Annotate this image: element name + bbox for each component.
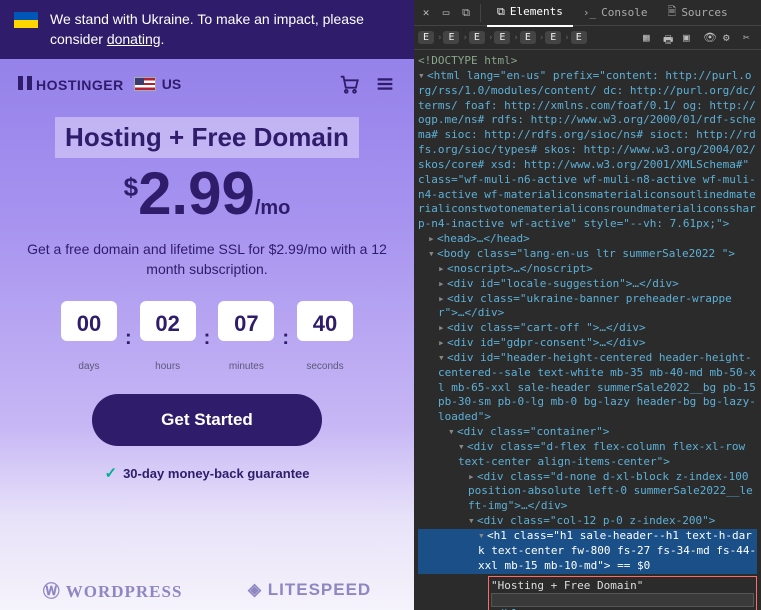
dom-tree[interactable]: <!DOCTYPE html> ▾<html lang="en-us" pref… bbox=[414, 50, 761, 610]
hostinger-icon bbox=[18, 76, 32, 90]
breadcrumb-item[interactable]: E bbox=[571, 31, 587, 44]
dom-line[interactable]: ▸<head>…</head> bbox=[418, 232, 757, 247]
guarantee-text: ✓ 30-day money-back guarantee bbox=[22, 464, 392, 482]
breadcrumb-item[interactable]: E bbox=[469, 31, 485, 44]
dom-selected-h1[interactable]: ▾<h1 class="h1 sale-header--h1 text-h-da… bbox=[418, 529, 757, 574]
wordpress-logo: Ⓦ WORDPRESS bbox=[43, 577, 183, 602]
brand-logo[interactable]: HOSTINGER bbox=[18, 76, 124, 93]
dom-line[interactable]: <!DOCTYPE html> bbox=[418, 54, 757, 69]
dom-line[interactable]: ▸<div class="cart-off ">…</div> bbox=[418, 321, 757, 336]
settings-icon[interactable]: ⚙ bbox=[723, 31, 737, 45]
dom-line[interactable]: ▾<div id="header-height-centered header-… bbox=[418, 351, 757, 425]
partner-logos: Ⓦ WORDPRESS ◈ LITESPEED bbox=[0, 563, 414, 610]
inspect-icon[interactable]: ▭ bbox=[438, 5, 454, 21]
tab-elements[interactable]: ⧉Elements bbox=[487, 0, 573, 27]
region-label[interactable]: US bbox=[162, 76, 181, 92]
menu-icon[interactable] bbox=[374, 73, 396, 95]
hero-subtitle: Get a free domain and lifetime SSL for $… bbox=[22, 240, 392, 279]
layout-icon[interactable]: ▦ bbox=[643, 31, 657, 45]
breadcrumb-item[interactable]: E bbox=[545, 31, 561, 44]
breadcrumb-item[interactable]: E bbox=[418, 31, 434, 44]
dom-line[interactable]: ▸<div class="d-none d-xl-block z-index-1… bbox=[418, 470, 757, 515]
breadcrumb-item[interactable]: E bbox=[443, 31, 459, 44]
dom-line[interactable]: ▸<noscript>…</noscript> bbox=[418, 262, 757, 277]
dom-highlight-box: "Hosting + Free Domain" </h1> bbox=[488, 576, 757, 610]
countdown-timer: 00 days : 02 hours : 07 minutes : 40 sec… bbox=[22, 301, 392, 372]
dom-edit-input[interactable] bbox=[491, 593, 754, 607]
price-display: $ 2.99 /mo bbox=[22, 164, 392, 224]
paint-icon[interactable]: ▣ bbox=[683, 31, 697, 45]
banner-text: We stand with Ukraine. To make an impact… bbox=[50, 10, 400, 49]
ukraine-banner: We stand with Ukraine. To make an impact… bbox=[0, 0, 414, 59]
devtools-panel: ✕ ▭ ⧉ ⧉Elements ›_Console 🗎Sources E› E›… bbox=[414, 0, 761, 610]
dom-line[interactable]: ▾<div class="container"> bbox=[418, 425, 757, 440]
get-started-button[interactable]: Get Started bbox=[92, 394, 322, 446]
countdown-seconds: 40 seconds bbox=[297, 301, 353, 372]
hero-headline: Hosting + Free Domain bbox=[55, 117, 359, 158]
check-icon: ✓ bbox=[105, 464, 118, 482]
countdown-hours: 02 hours bbox=[140, 301, 196, 372]
scissors-icon[interactable]: ✂ bbox=[743, 31, 757, 45]
us-flag-icon bbox=[134, 77, 156, 91]
breadcrumb-item[interactable]: E bbox=[494, 31, 510, 44]
hero-section: Hosting + Free Domain $ 2.99 /mo Get a f… bbox=[0, 109, 414, 563]
litespeed-logo: ◈ LITESPEED bbox=[248, 580, 371, 600]
ukraine-flag-icon bbox=[14, 12, 38, 28]
cart-icon[interactable] bbox=[338, 73, 360, 95]
eye-icon[interactable]: 👁 bbox=[703, 31, 717, 45]
countdown-days: 00 days bbox=[61, 301, 117, 372]
device-icon[interactable]: ⧉ bbox=[458, 5, 474, 21]
dom-line[interactable]: ▾<body class="lang-en-us ltr summerSale2… bbox=[418, 247, 757, 262]
site-header: HOSTINGER US bbox=[0, 59, 414, 109]
dom-line[interactable]: ▾<div class="col-12 p-0 z-index-200"> bbox=[418, 514, 757, 529]
tab-console[interactable]: ›_Console bbox=[573, 0, 658, 27]
close-icon[interactable]: ✕ bbox=[418, 5, 434, 21]
tab-sources[interactable]: 🗎Sources bbox=[657, 0, 737, 27]
breadcrumb-item[interactable]: E bbox=[520, 31, 536, 44]
devtools-breadcrumb-bar: E› E› E› E› E› E› E ▦ 🖶 ▣ 👁 ⚙ ✂ bbox=[414, 26, 761, 50]
dom-line[interactable]: ▸<div id="locale-suggestion">…</div> bbox=[418, 277, 757, 292]
dom-line[interactable]: ▾<div class="d-flex flex-column flex-xl-… bbox=[418, 440, 757, 470]
website-preview: We stand with Ukraine. To make an impact… bbox=[0, 0, 414, 610]
devtools-toolbar: ✕ ▭ ⧉ ⧉Elements ›_Console 🗎Sources bbox=[414, 0, 761, 26]
dom-line[interactable]: ▸<div id="gdpr-consent">…</div> bbox=[418, 336, 757, 351]
dom-line[interactable]: ▸<div class="ukraine-banner preheader-wr… bbox=[418, 292, 757, 322]
countdown-minutes: 07 minutes bbox=[218, 301, 274, 372]
dom-text-node[interactable]: "Hosting + Free Domain" bbox=[491, 579, 754, 594]
print-icon[interactable]: 🖶 bbox=[663, 31, 677, 45]
dom-line[interactable]: ▾<html lang="en-us" prefix="content: htt… bbox=[418, 69, 757, 232]
donate-link[interactable]: donating bbox=[107, 31, 161, 47]
